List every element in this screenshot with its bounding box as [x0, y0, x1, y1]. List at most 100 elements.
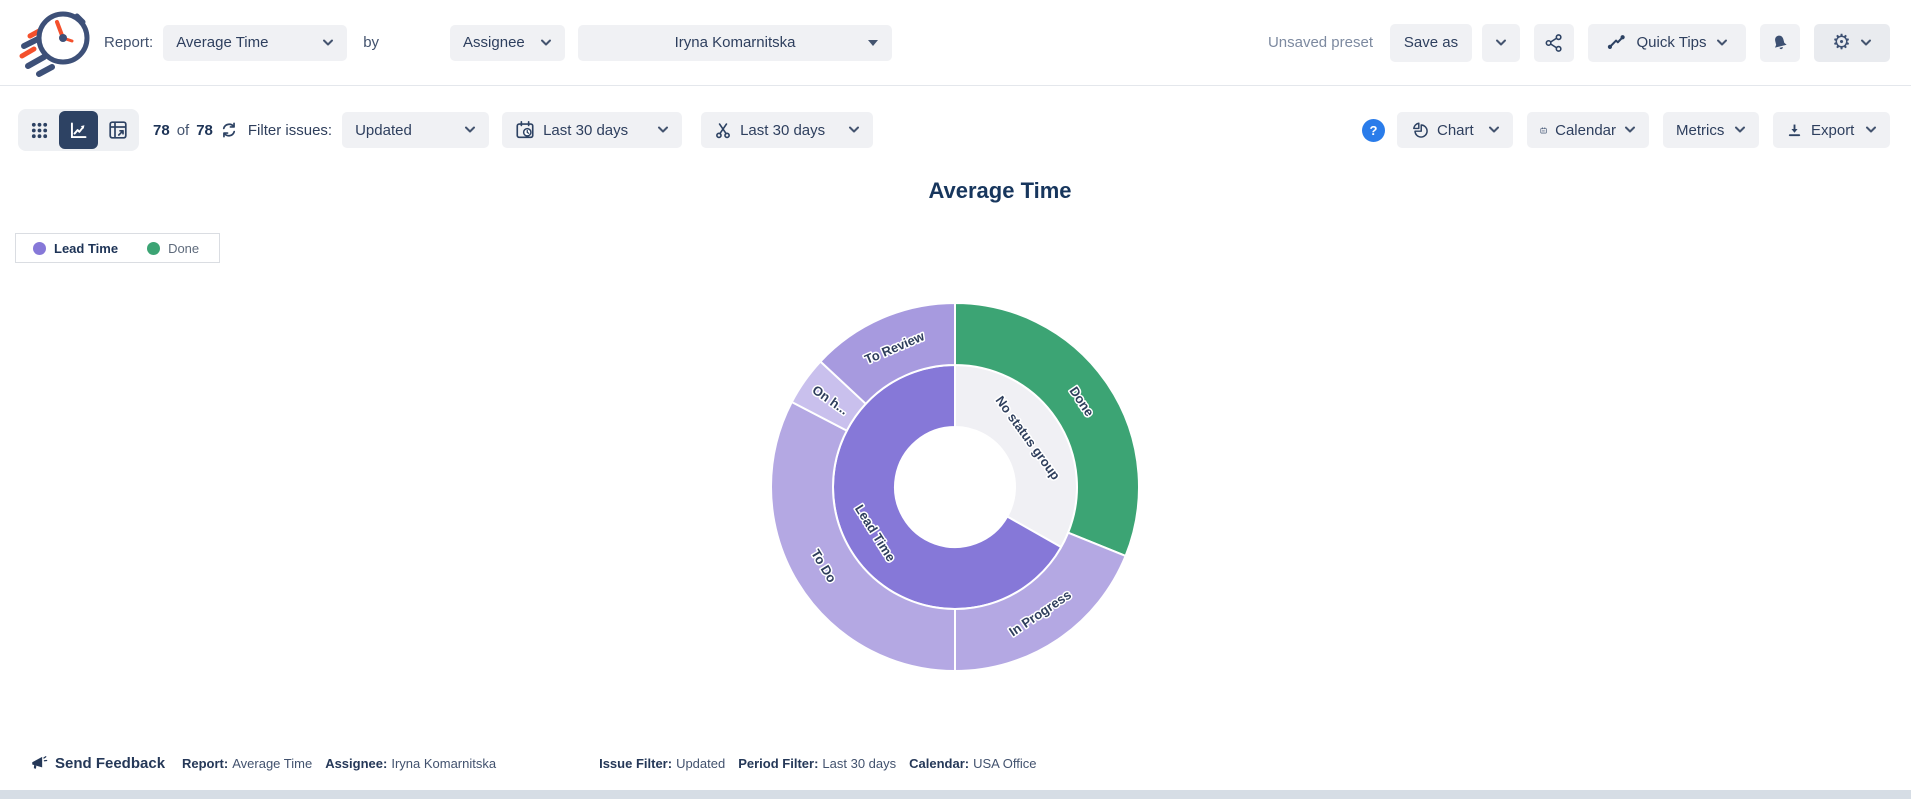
slice-filter-value: Last 30 days	[740, 122, 825, 139]
preset-status: Unsaved preset	[1268, 34, 1373, 51]
grid-dots-icon	[30, 121, 49, 140]
line-chart-icon	[68, 120, 89, 141]
calendar-clock-icon	[515, 120, 535, 140]
issue-count-current: 78	[153, 122, 170, 139]
chevron-down-icon	[1865, 126, 1877, 134]
summary-report-value: Average Time	[232, 756, 312, 771]
report-select[interactable]: Average Time	[163, 25, 347, 61]
export-menu-button[interactable]: Export	[1773, 112, 1890, 148]
chevron-down-icon	[1495, 39, 1507, 47]
toolbar: 78 of 78 Filter issues: Updated L	[0, 98, 1911, 162]
pie-chart-icon	[1410, 121, 1429, 140]
caret-down-icon	[868, 40, 878, 46]
summary-report-label: Report:	[182, 756, 228, 771]
summary-calendar-value: USA Office	[973, 756, 1036, 771]
period-filter-value: Last 30 days	[543, 122, 628, 139]
view-chart-button[interactable]	[59, 111, 98, 149]
app-root: Report: Average Time by Assignee Iryna K…	[0, 0, 1911, 799]
summary-calendar: Calendar: USA Office	[909, 756, 1036, 771]
chevron-down-icon	[1624, 126, 1636, 134]
bell-icon	[1768, 30, 1792, 54]
chevron-down-icon	[1716, 39, 1728, 47]
metrics-menu-label: Metrics	[1676, 122, 1724, 139]
chevron-down-icon	[322, 39, 334, 47]
summary-period-filter-value: Last 30 days	[822, 756, 896, 771]
quick-tips-label: Quick Tips	[1636, 34, 1706, 51]
stopwatch-logo-icon	[14, 8, 92, 78]
share-icon	[1544, 33, 1564, 53]
chevron-down-icon	[848, 126, 860, 134]
window-bottom-edge	[0, 790, 1911, 799]
summary-period-filter-label: Period Filter:	[738, 756, 818, 771]
share-button[interactable]	[1534, 24, 1574, 62]
notifications-button[interactable]	[1760, 24, 1800, 62]
report-label: Report:	[104, 34, 153, 51]
assignee-select[interactable]: Iryna Komarnitska	[578, 25, 892, 61]
issue-count: 78 of 78	[153, 121, 238, 139]
summary-calendar-label: Calendar:	[909, 756, 969, 771]
summary-period-filter: Period Filter: Last 30 days	[738, 756, 896, 771]
pivot-table-icon	[108, 120, 128, 140]
issue-count-of: of	[177, 122, 190, 139]
period-filter-select[interactable]: Last 30 days	[502, 112, 682, 148]
gear-icon: ⚙	[1832, 32, 1851, 53]
summary-assignee-value: Iryna Komarnitska	[391, 756, 496, 771]
calendar-icon	[1540, 121, 1547, 140]
footer-summary: Report: Average Time Assignee: Iryna Komar…	[182, 744, 1036, 782]
slice-filter-select[interactable]: Last 30 days	[701, 112, 873, 148]
group-by-select[interactable]: Assignee	[450, 25, 565, 61]
report-select-value: Average Time	[176, 34, 268, 51]
summary-assignee-label: Assignee:	[325, 756, 387, 771]
chevron-down-icon	[1734, 126, 1746, 134]
trend-steps-icon	[1606, 32, 1627, 53]
chart-legend[interactable]: Lead Time Done	[15, 233, 220, 263]
refresh-icon[interactable]	[220, 121, 238, 139]
summary-issue-filter: Issue Filter: Updated	[599, 756, 725, 771]
chart-menu-button[interactable]: Chart	[1397, 112, 1513, 148]
chevron-down-icon	[657, 126, 669, 134]
export-menu-label: Export	[1811, 122, 1854, 139]
save-as-button[interactable]: Save as	[1390, 24, 1472, 62]
chevron-down-icon	[540, 39, 552, 47]
calendar-menu-label: Calendar	[1555, 122, 1616, 139]
summary-report: Report: Average Time	[182, 756, 312, 771]
chevron-down-icon	[1488, 126, 1500, 134]
chevron-down-icon	[1860, 39, 1872, 47]
view-grid-button[interactable]	[20, 111, 59, 149]
chart-menu-label: Chart	[1437, 122, 1474, 139]
summary-assignee: Assignee: Iryna Komarnitska	[325, 756, 496, 771]
view-pivot-button[interactable]	[98, 111, 137, 149]
app-logo[interactable]	[12, 6, 94, 80]
quick-tips-button[interactable]: Quick Tips	[1588, 24, 1746, 62]
question-mark-icon: ?	[1370, 123, 1378, 138]
send-feedback-label: Send Feedback	[55, 755, 165, 772]
settings-button[interactable]: ⚙	[1814, 24, 1890, 62]
by-label: by	[363, 34, 379, 51]
issue-count-total: 78	[196, 122, 213, 139]
issue-filter-value: Updated	[355, 122, 412, 139]
filter-issues-label: Filter issues:	[248, 122, 332, 139]
chart-title: Average Time	[885, 178, 1115, 204]
send-feedback-button[interactable]: Send Feedback	[30, 744, 165, 782]
legend-dot-done	[147, 242, 160, 255]
sunburst-chart[interactable]: DoneNo status groupIn ProgressTo DoOn h.…	[710, 242, 1200, 732]
header: Report: Average Time by Assignee Iryna K…	[0, 0, 1911, 86]
calendar-menu-button[interactable]: Calendar	[1527, 112, 1649, 148]
megaphone-icon	[30, 754, 48, 772]
scissors-icon	[714, 121, 732, 139]
help-button[interactable]: ?	[1362, 119, 1385, 142]
metrics-menu-button[interactable]: Metrics	[1663, 112, 1759, 148]
legend-label-lead-time[interactable]: Lead Time	[54, 241, 118, 256]
footer: Send Feedback Report: Average Time Assign…	[0, 744, 1911, 782]
save-options-button[interactable]	[1482, 24, 1520, 62]
summary-issue-filter-value: Updated	[676, 756, 725, 771]
view-toggle-group	[18, 109, 139, 151]
legend-dot-lead-time	[33, 242, 46, 255]
group-by-select-value: Assignee	[463, 34, 525, 51]
legend-label-done[interactable]: Done	[168, 241, 199, 256]
chevron-down-icon	[464, 126, 476, 134]
summary-issue-filter-label: Issue Filter:	[599, 756, 672, 771]
save-as-label: Save as	[1404, 34, 1458, 51]
issue-filter-select[interactable]: Updated	[342, 112, 489, 148]
assignee-select-value: Iryna Komarnitska	[675, 34, 796, 51]
